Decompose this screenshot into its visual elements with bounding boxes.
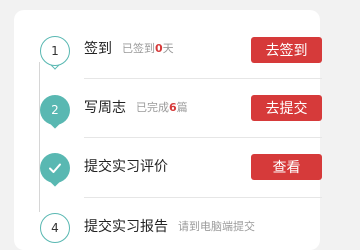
checkin-button[interactable]: 去签到 — [251, 37, 322, 63]
step-1-number: 1 — [40, 36, 70, 66]
step-3-title: 提交实习评价 — [84, 159, 168, 175]
step-2-marker: 2 — [40, 95, 70, 129]
step-1-marker: 1 — [40, 36, 70, 70]
submit-weekly-log-button[interactable]: 去提交 — [251, 95, 322, 121]
step-2-title: 写周志 — [84, 100, 126, 116]
step-1-title: 签到 — [84, 41, 112, 57]
step-4-status: 请到电脑端提交 — [178, 220, 255, 233]
divider — [84, 137, 322, 138]
timeline-line — [39, 62, 40, 212]
divider — [84, 197, 322, 198]
step-4-marker: 4 — [40, 213, 70, 243]
view-evaluation-button[interactable]: 查看 — [251, 154, 322, 180]
step-2-number: 2 — [40, 95, 70, 125]
step-2-status: 已完成6篇 — [136, 101, 188, 114]
step-3-marker — [40, 153, 70, 187]
step-1-status: 已签到0天 — [122, 42, 174, 55]
step-4-title: 提交实习报告 — [84, 219, 168, 235]
divider — [84, 78, 322, 79]
step-4-row: 提交实习报告 请到电脑端提交 — [84, 211, 322, 241]
step-4-number: 4 — [40, 213, 70, 243]
check-icon — [40, 153, 70, 183]
